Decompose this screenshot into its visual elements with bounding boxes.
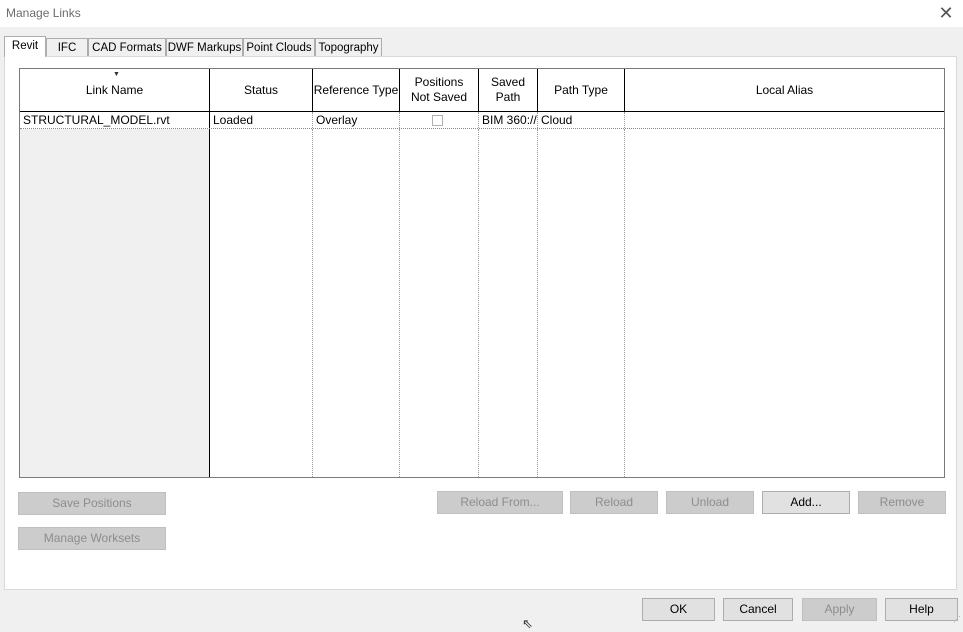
save-positions-button[interactable]: Save Positions: [18, 492, 166, 515]
ok-button[interactable]: OK: [642, 598, 715, 621]
column-divider: [478, 129, 479, 477]
column-header-label: Saved Path: [490, 75, 526, 104]
column-divider: [312, 129, 313, 477]
tab-label: IFC: [57, 42, 77, 54]
column-header-label: Path Type: [554, 82, 608, 97]
reload-from-button[interactable]: Reload From...: [437, 491, 563, 514]
column-header-reference-type[interactable]: Reference Type: [313, 69, 400, 111]
apply-button[interactable]: Apply: [802, 598, 877, 621]
tab-point-clouds[interactable]: Point Clouds: [243, 38, 315, 56]
cancel-button[interactable]: Cancel: [723, 598, 793, 621]
cell-link-name[interactable]: STRUCTURAL_MODEL.rvt: [20, 112, 210, 128]
help-button[interactable]: Help: [885, 598, 958, 621]
cell-reference-type[interactable]: Overlay: [313, 112, 400, 128]
column-header-status[interactable]: Status: [210, 69, 313, 111]
column-divider: [624, 129, 625, 477]
table-header: ▼ Link Name Status Reference Type Positi…: [20, 69, 944, 112]
table-row[interactable]: STRUCTURAL_MODEL.rvt Loaded Overlay BIM …: [20, 112, 944, 129]
column-header-path-type[interactable]: Path Type: [538, 69, 625, 111]
cell-status[interactable]: Loaded: [210, 112, 313, 128]
column-divider: [399, 129, 400, 477]
remove-button[interactable]: Remove: [858, 491, 946, 514]
tab-label: Topography: [318, 42, 379, 54]
tab-label: DWF Markups: [167, 42, 242, 54]
column-divider: [537, 129, 538, 477]
column-header-label: Link Name: [85, 82, 144, 97]
tab-label: Point Clouds: [246, 42, 312, 54]
column-header-saved-path[interactable]: Saved Path: [479, 69, 538, 111]
links-table: ▼ Link Name Status Reference Type Positi…: [19, 68, 945, 478]
column-header-label: Local Alias: [755, 82, 814, 97]
close-icon[interactable]: ✕: [935, 2, 957, 24]
column-header-local-alias[interactable]: Local Alias: [625, 69, 944, 111]
column-header-label: Reference Type: [313, 82, 399, 97]
cell-path-type[interactable]: Cloud: [538, 112, 625, 128]
cell-local-alias[interactable]: [625, 112, 944, 128]
column-header-label: Status: [243, 82, 279, 97]
positions-not-saved-checkbox[interactable]: [432, 115, 443, 126]
window-title: Manage Links: [6, 6, 81, 20]
tab-topography[interactable]: Topography: [315, 38, 382, 56]
add-button[interactable]: Add...: [762, 491, 850, 514]
tab-ifc[interactable]: IFC: [46, 38, 88, 56]
title-bar: Manage Links ✕: [0, 0, 963, 27]
unload-button[interactable]: Unload: [666, 491, 754, 514]
column-header-label: Positions Not Saved: [410, 75, 468, 104]
resize-grip-icon[interactable]: ⋰: [953, 616, 961, 624]
cell-saved-path[interactable]: BIM 360://: [479, 112, 538, 128]
tab-dwf-markups[interactable]: DWF Markups: [166, 38, 243, 56]
tab-revit[interactable]: Revit: [4, 36, 46, 57]
mouse-cursor-icon: ⇖: [522, 616, 533, 631]
tab-label: Revit: [11, 40, 39, 52]
reload-button[interactable]: Reload: [570, 491, 658, 514]
column-header-positions-not-saved[interactable]: Positions Not Saved: [400, 69, 479, 111]
column-header-link-name[interactable]: Link Name: [20, 69, 210, 111]
manage-worksets-button[interactable]: Manage Worksets: [18, 527, 166, 550]
tab-cad-formats[interactable]: CAD Formats: [88, 38, 166, 56]
tab-label: CAD Formats: [92, 42, 162, 54]
row-header-area: [20, 129, 210, 477]
